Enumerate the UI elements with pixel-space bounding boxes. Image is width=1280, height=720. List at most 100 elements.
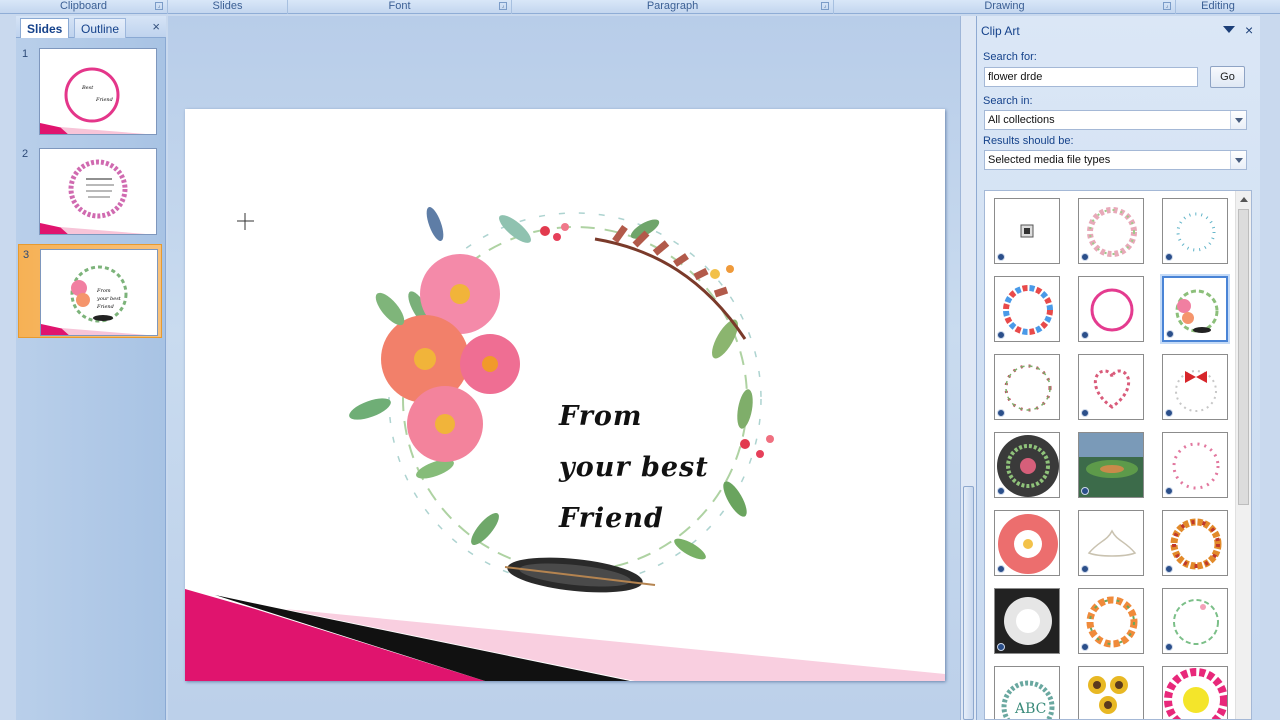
ribbon-group-drawing[interactable]: Drawing ⌟ [834,0,1176,14]
clip-thumbnail-image [1003,285,1053,335]
text-line-your-best: your best [559,452,709,483]
clip-result-lotus[interactable] [1078,510,1144,576]
vertical-scrollbar[interactable] [960,16,976,720]
svg-text:Best: Best [81,85,94,91]
slide-number: 3 [23,249,30,261]
clip-type-icon [1081,409,1089,417]
clip-result-watercolor-wreath[interactable] [1162,276,1228,342]
slide-thumbnail-1[interactable]: 1 Best Friend [18,44,162,138]
text-line-from: From [559,401,643,432]
clip-result-pink-ring[interactable] [1078,276,1144,342]
clip-thumbnail-image [1173,599,1219,645]
clip-type-icon [1081,643,1089,651]
slide-preview [39,148,157,235]
clip-result-rainbow-dot-ring[interactable] [994,276,1060,342]
clip-type-icon [1165,253,1173,261]
search-in-label: Search in: [983,95,1033,107]
clip-result-red-bow-ring[interactable] [1162,354,1228,420]
chevron-down-icon[interactable] [1230,111,1246,129]
ribbon-group-font[interactable]: Font ⌟ [288,0,512,14]
clip-thumbnail-image [1087,529,1137,557]
clip-result-mandala-dark[interactable] [994,432,1060,498]
clip-type-icon [997,565,1005,573]
clip-type-icon [1166,330,1174,338]
results-type-label: Results should be: [983,135,1074,147]
svg-text:From: From [96,288,111,294]
clip-thumbnail-image [1093,369,1131,409]
clip-result-green-leaf-ring[interactable] [1162,588,1228,654]
clip-result-floral-ring[interactable] [1078,198,1144,264]
tab-slides[interactable]: Slides [20,18,70,38]
clip-result-white-peony[interactable] [994,588,1060,654]
clip-results-grid: ABC [984,190,1252,720]
slide-editing-area: From your best Friend [168,16,960,720]
ribbon-group-label: Editing [1201,0,1235,12]
clip-result-heart-wreath[interactable] [1078,354,1144,420]
slides-pane: Slides Outline × 1 Best Friend 2 3 From … [16,16,166,720]
tab-outline[interactable]: Outline [74,18,127,38]
dialog-launcher-icon[interactable]: ⌟ [499,2,507,10]
current-slide[interactable]: From your best Friend [185,109,945,681]
close-icon[interactable]: × [1245,22,1253,38]
clip-thumbnail-image [1004,364,1052,412]
clip-type-icon [1165,643,1173,651]
clip-result-garden-photo[interactable] [1078,432,1144,498]
ribbon-group-label: Slides [212,0,243,12]
ribbon-group-label: Font [388,0,411,12]
scroll-up-icon[interactable] [1240,197,1248,202]
slide-number: 1 [22,48,29,60]
slide-thumbnail-3[interactable]: 3 From your best Friend [18,244,162,338]
dialog-launcher-icon[interactable]: ⌟ [821,2,829,10]
clip-type-icon [1081,565,1089,573]
clip-type-icon [997,643,1005,651]
close-icon[interactable]: × [152,19,160,34]
chevron-down-icon[interactable] [1230,151,1246,169]
clip-thumbnail-image [1164,668,1227,719]
feather-top [594,224,747,340]
svg-text:Friend: Friend [96,304,114,310]
clip-thumbnail-image [1176,212,1216,252]
search-input[interactable] [984,67,1198,87]
svg-text:your best: your best [96,296,122,302]
clip-result-pink-yellow-flower[interactable] [1162,666,1228,719]
clip-type-icon [997,253,1005,261]
slide-text-box[interactable]: From your best Friend [559,391,759,544]
results-type-select[interactable]: Selected media file types [984,150,1247,170]
clip-result-daisy-circle[interactable] [994,510,1060,576]
results-scrollbar[interactable] [1235,191,1251,719]
clip-result-orange-flower-ring[interactable] [1078,588,1144,654]
ribbon-group-paragraph[interactable]: Paragraph ⌟ [512,0,834,14]
dialog-launcher-icon[interactable]: ⌟ [155,2,163,10]
clip-result-autumn-wreath[interactable] [1162,510,1228,576]
clip-thumbnail-image [1175,370,1217,412]
pane-tabs: Slides Outline × [16,16,166,38]
ribbon-group-label: Drawing [984,0,1025,12]
clip-type-icon [1165,409,1173,417]
search-for-label: Search for: [983,51,1037,63]
clip-result-rose-ring[interactable] [994,354,1060,420]
clip-thumbnail-image [1090,288,1134,332]
clip-type-icon [1165,565,1173,573]
ribbon-group-clipboard[interactable]: Clipboard ⌟ [0,0,168,14]
slide-thumbnail-2[interactable]: 2 [18,144,162,238]
scrollbar-thumb[interactable] [963,486,974,720]
search-in-select[interactable]: All collections [984,110,1247,130]
clip-thumbnail-image [1170,518,1222,570]
svg-text:ABC: ABC [1014,701,1046,717]
scrollbar-thumb[interactable] [1238,209,1249,505]
search-in-value: All collections [988,114,1055,126]
clip-result-pink-dot-ring[interactable] [1162,432,1228,498]
clip-result-dotted-ring[interactable] [1162,198,1228,264]
pane-menu-icon[interactable] [1223,26,1235,33]
go-button[interactable]: Go [1210,66,1245,88]
slide-preview: From your best Friend [40,249,158,336]
clip-thumbnail-image [1172,442,1220,490]
dialog-launcher-icon[interactable]: ⌟ [1163,2,1171,10]
slide-preview: Best Friend [39,48,157,135]
clip-thumbnail-image: ABC [1001,680,1055,719]
clip-thumbnail-image [997,435,1059,497]
clip-thumbnail-image [1079,433,1143,497]
clip-result-sunflower-pattern[interactable] [1078,666,1144,719]
clip-result-placeholder-icon[interactable] [994,198,1060,264]
clip-result-monogram-abc[interactable]: ABC [994,666,1060,719]
